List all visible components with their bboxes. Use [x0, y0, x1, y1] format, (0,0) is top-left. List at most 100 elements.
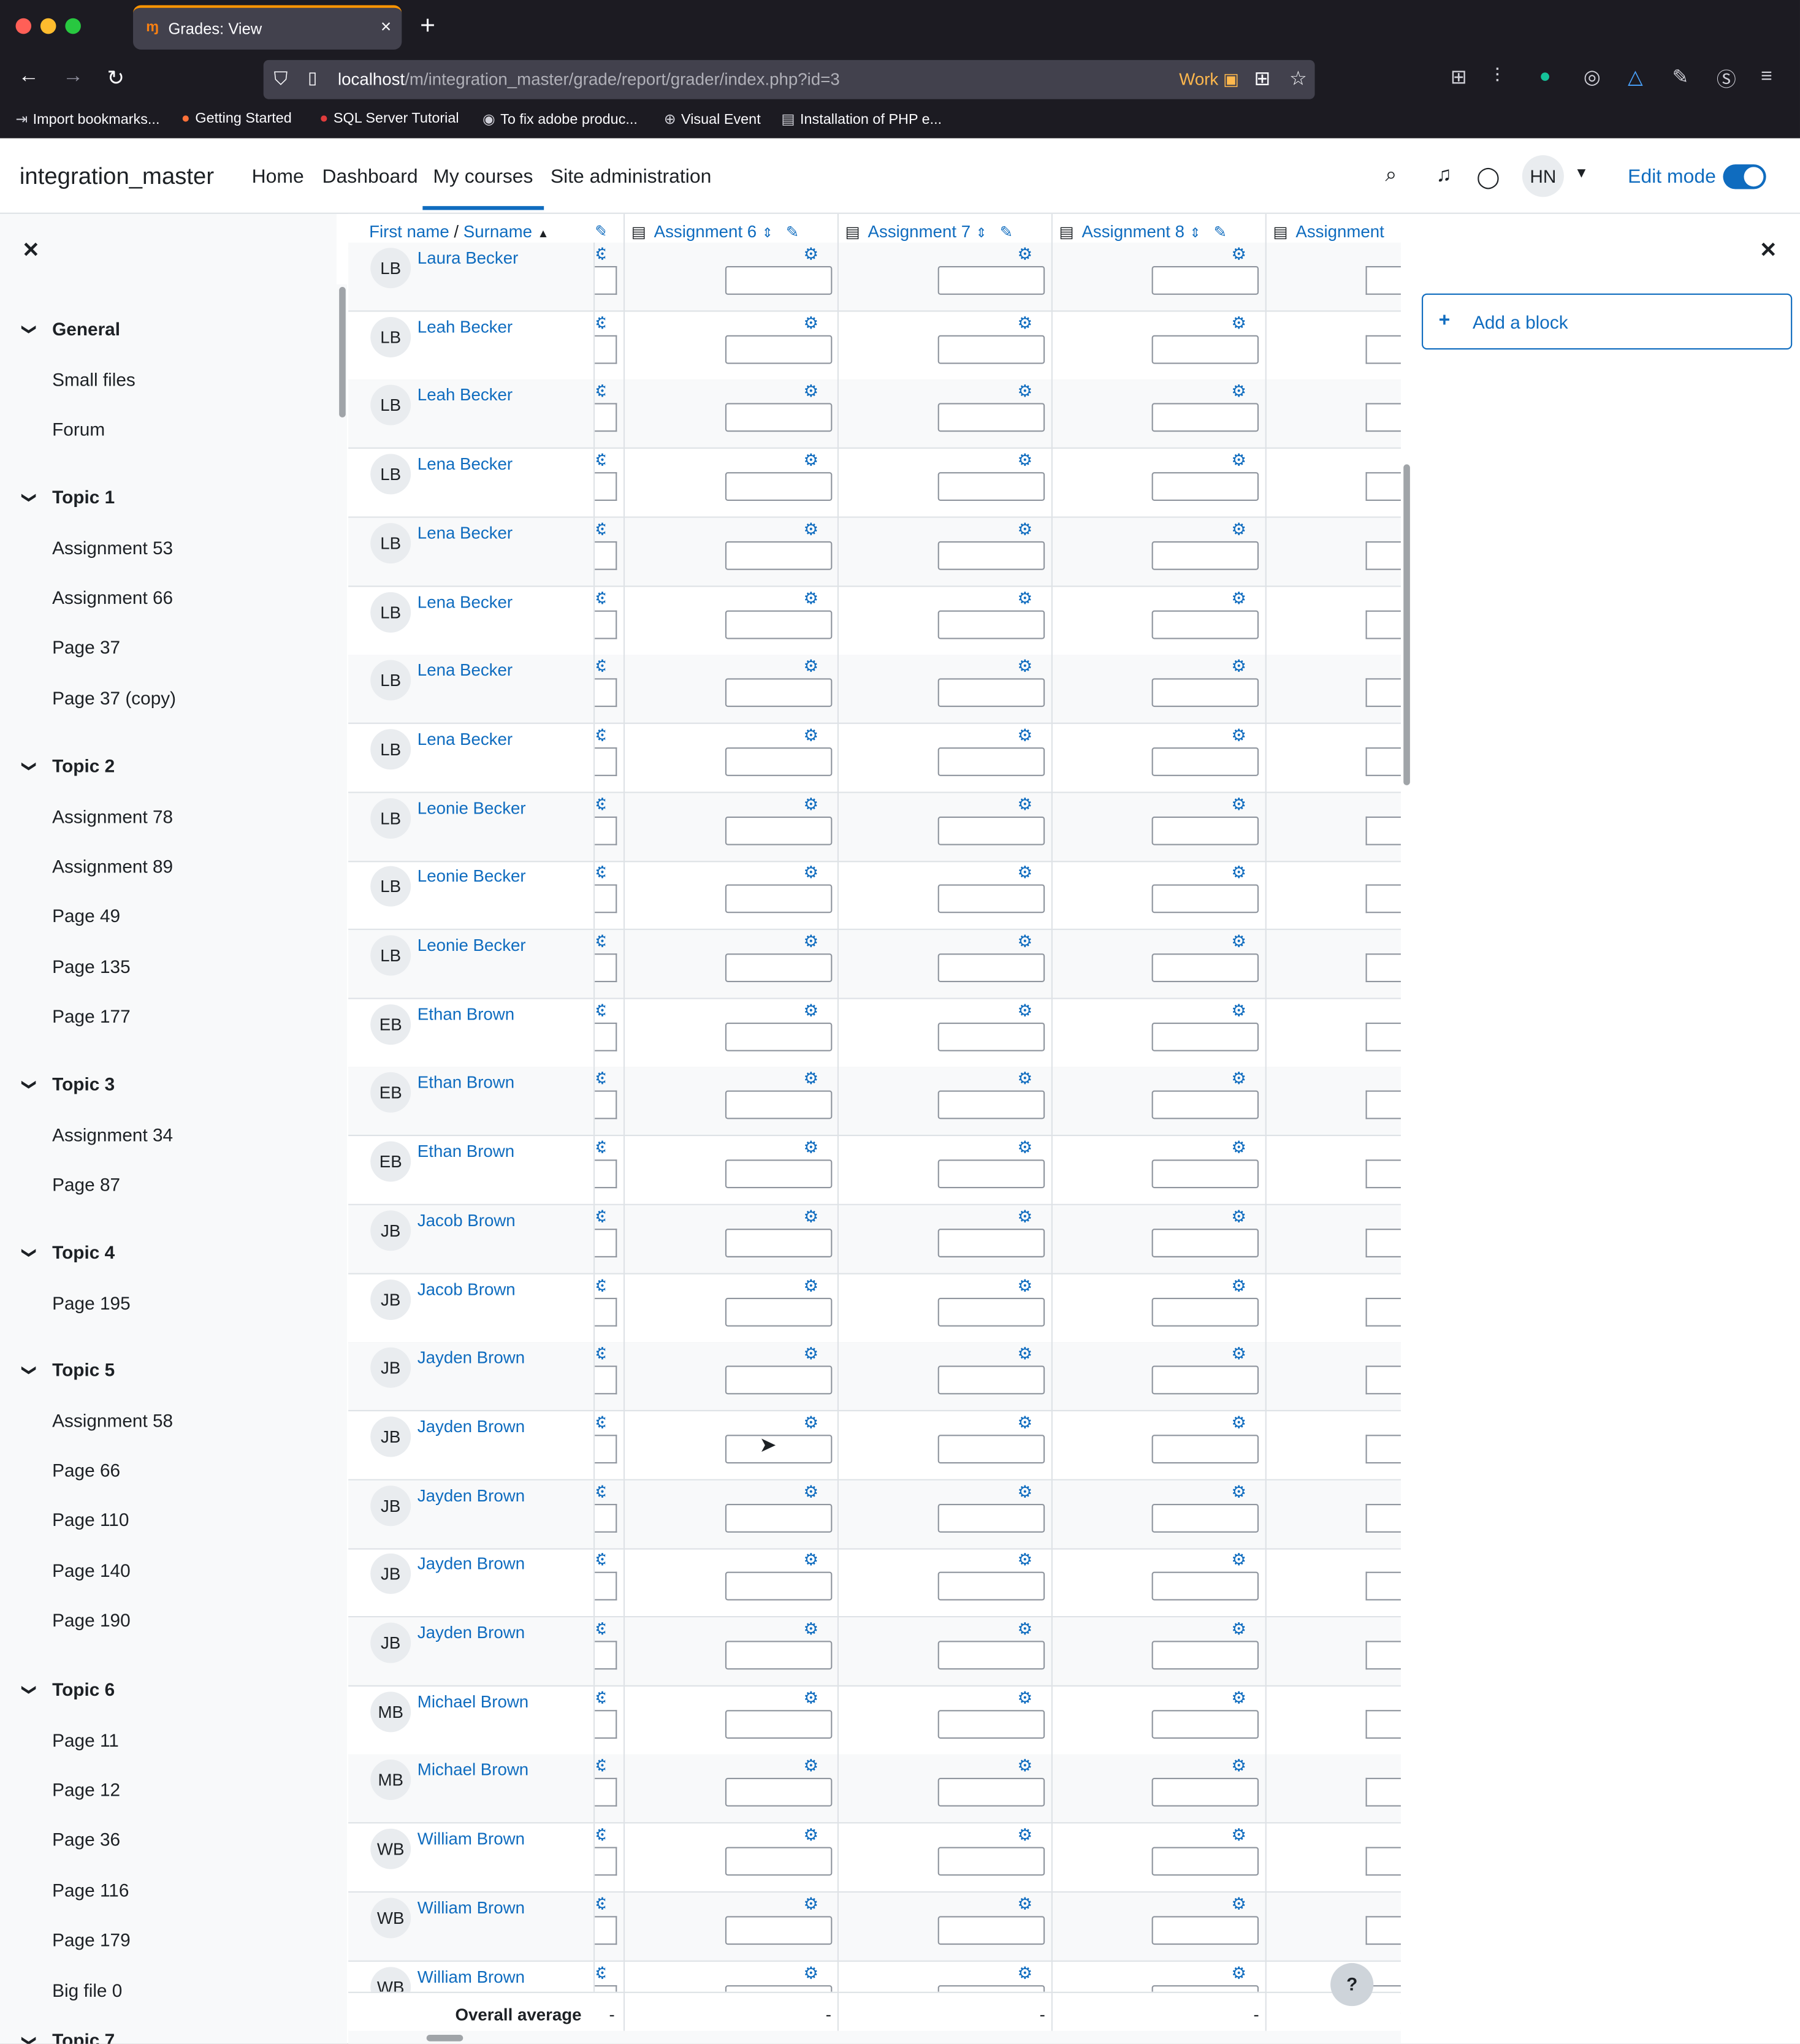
sort-icon[interactable]: ⇕	[1190, 227, 1201, 241]
grade-input[interactable]	[725, 1365, 833, 1395]
course-activity-link[interactable]: Page 66	[52, 1459, 120, 1480]
bookmark-getting-started[interactable]: ● Getting Started	[181, 111, 292, 127]
grade-input[interactable]	[1365, 885, 1401, 913]
partial-column-edit-icon[interactable]: ✎	[595, 222, 605, 243]
cell-actions-gear-icon[interactable]: ⚙	[1017, 1687, 1032, 1708]
grade-input[interactable]	[1365, 1091, 1401, 1120]
grade-input[interactable]	[1151, 1915, 1259, 1945]
cell-actions-gear-icon[interactable]: ⚙	[1231, 794, 1246, 815]
grade-input[interactable]	[1151, 678, 1259, 707]
grade-item-column-header[interactable]: ▤ Assignment	[1273, 222, 1384, 242]
avatar[interactable]: EB	[370, 1004, 411, 1045]
sort-surname[interactable]: Surname	[463, 222, 532, 242]
grade-input[interactable]	[725, 1915, 833, 1945]
grade-input[interactable]	[1151, 1297, 1259, 1326]
cell-actions-gear-icon[interactable]: ⚙	[804, 1275, 819, 1296]
grade-input[interactable]	[937, 1297, 1045, 1326]
edit-mode-toggle[interactable]	[1723, 164, 1766, 189]
course-activity-link[interactable]: Assignment 34	[52, 1124, 173, 1145]
avatar[interactable]: LB	[370, 316, 411, 357]
grade-input[interactable]	[1365, 609, 1401, 639]
grade-input[interactable]	[1365, 1915, 1401, 1945]
grade-input[interactable]	[937, 335, 1045, 364]
cell-actions-gear-icon[interactable]: ⚙	[1231, 1481, 1246, 1502]
cell-actions-gear-icon[interactable]: ⚙	[1017, 1962, 1032, 1983]
cell-actions-gear-icon[interactable]: ⚙	[804, 519, 819, 540]
cell-actions-gear-icon[interactable]: ⚙	[1231, 863, 1246, 883]
grade-input[interactable]	[937, 1641, 1045, 1670]
student-name-link[interactable]: Jacob Brown	[418, 1210, 516, 1230]
drawer-scrollbar[interactable]	[336, 284, 347, 2044]
grade-input[interactable]	[1365, 1435, 1401, 1463]
grade-input[interactable]	[1365, 1709, 1401, 1739]
chevron-down-icon[interactable]: ❯	[21, 1364, 38, 1376]
messages-icon[interactable]: ◯	[1476, 164, 1500, 191]
grade-input[interactable]	[1365, 747, 1401, 776]
course-activity-link[interactable]: Page 135	[52, 956, 131, 977]
shield-icon[interactable]: ⛉	[274, 68, 288, 90]
grade-input[interactable]	[1365, 1297, 1401, 1326]
grade-input[interactable]	[725, 1503, 833, 1532]
grade-input[interactable]	[595, 747, 617, 776]
chevron-down-icon[interactable]: ❯	[21, 2035, 38, 2044]
help-button[interactable]: ?	[1330, 1962, 1374, 2007]
site-brand[interactable]: integration_master	[20, 163, 214, 191]
student-name-link[interactable]: Lena Becker	[418, 523, 513, 543]
grade-item-name[interactable]: Assignment 7	[868, 222, 971, 242]
cell-actions-gear-icon[interactable]: ⚙	[804, 794, 819, 815]
student-name-link[interactable]: Jayden Brown	[418, 1348, 525, 1367]
minimize-window-button[interactable]	[40, 18, 56, 34]
grade-input[interactable]	[937, 1435, 1045, 1463]
course-activity-link[interactable]: Page 177	[52, 1006, 131, 1027]
cell-actions-gear-icon[interactable]: ⚙	[1231, 1894, 1246, 1915]
chevron-down-icon[interactable]: ❯	[21, 1247, 38, 1259]
course-activity-link[interactable]: Page 37	[52, 637, 120, 658]
grade-input[interactable]	[1365, 1641, 1401, 1670]
course-activity-link[interactable]: Assignment 66	[52, 587, 173, 608]
grade-input[interactable]	[1151, 1365, 1259, 1395]
grade-input[interactable]	[725, 541, 833, 570]
grade-input[interactable]	[595, 1778, 617, 1807]
cell-actions-gear-icon[interactable]: ⚙	[595, 1619, 605, 1639]
avatar[interactable]: EB	[370, 1072, 411, 1113]
cell-actions-gear-icon[interactable]: ⚙	[1017, 587, 1032, 608]
course-section-title[interactable]: Topic 5	[52, 1359, 115, 1380]
cell-actions-gear-icon[interactable]: ⚙	[1017, 1413, 1032, 1433]
back-icon[interactable]: ←	[18, 65, 39, 88]
course-activity-link[interactable]: Page 49	[52, 906, 120, 926]
avatar[interactable]: JB	[370, 1485, 411, 1526]
cell-actions-gear-icon[interactable]: ⚙	[804, 313, 819, 334]
course-activity-link[interactable]: Page 190	[52, 1610, 131, 1631]
grade-input[interactable]	[1151, 747, 1259, 776]
grade-input[interactable]	[937, 1228, 1045, 1257]
grade-input[interactable]	[595, 403, 617, 433]
cell-actions-gear-icon[interactable]: ⚙	[595, 244, 605, 265]
grade-input[interactable]	[937, 1022, 1045, 1051]
avatar[interactable]: LB	[370, 248, 411, 289]
avatar[interactable]: LB	[370, 866, 411, 907]
grade-input[interactable]	[595, 1503, 617, 1532]
avatar[interactable]: LB	[370, 522, 411, 563]
course-activity-link[interactable]: Page 12	[52, 1779, 120, 1800]
grade-input[interactable]	[725, 1435, 833, 1463]
student-name-link[interactable]: Jayden Brown	[418, 1623, 525, 1642]
course-activity-link[interactable]: Page 36	[52, 1829, 120, 1850]
cell-actions-gear-icon[interactable]: ⚙	[595, 1137, 605, 1158]
grade-input[interactable]	[595, 1572, 617, 1601]
grade-input[interactable]	[937, 541, 1045, 570]
nav-site-administration[interactable]: Site administration	[551, 166, 712, 188]
edit-pencil-icon[interactable]: ✎	[786, 223, 799, 242]
avatar[interactable]: LB	[370, 798, 411, 839]
grade-input[interactable]	[1151, 541, 1259, 570]
chevron-down-icon[interactable]: ❯	[21, 760, 38, 772]
grade-input[interactable]	[725, 609, 833, 639]
cell-actions-gear-icon[interactable]: ⚙	[1017, 1000, 1032, 1021]
url-bar[interactable]: ⛉ ▯ localhost/m/integration_master/grade…	[263, 59, 1315, 99]
grade-input[interactable]	[725, 1709, 833, 1739]
avatar[interactable]: LB	[370, 729, 411, 770]
grade-input[interactable]	[725, 1297, 833, 1326]
student-name-link[interactable]: Laura Becker	[418, 248, 519, 267]
course-section-title[interactable]: Topic 2	[52, 755, 115, 776]
add-block-button[interactable]: + Add a block	[1422, 293, 1793, 350]
sort-icon[interactable]: ⇕	[976, 227, 987, 241]
